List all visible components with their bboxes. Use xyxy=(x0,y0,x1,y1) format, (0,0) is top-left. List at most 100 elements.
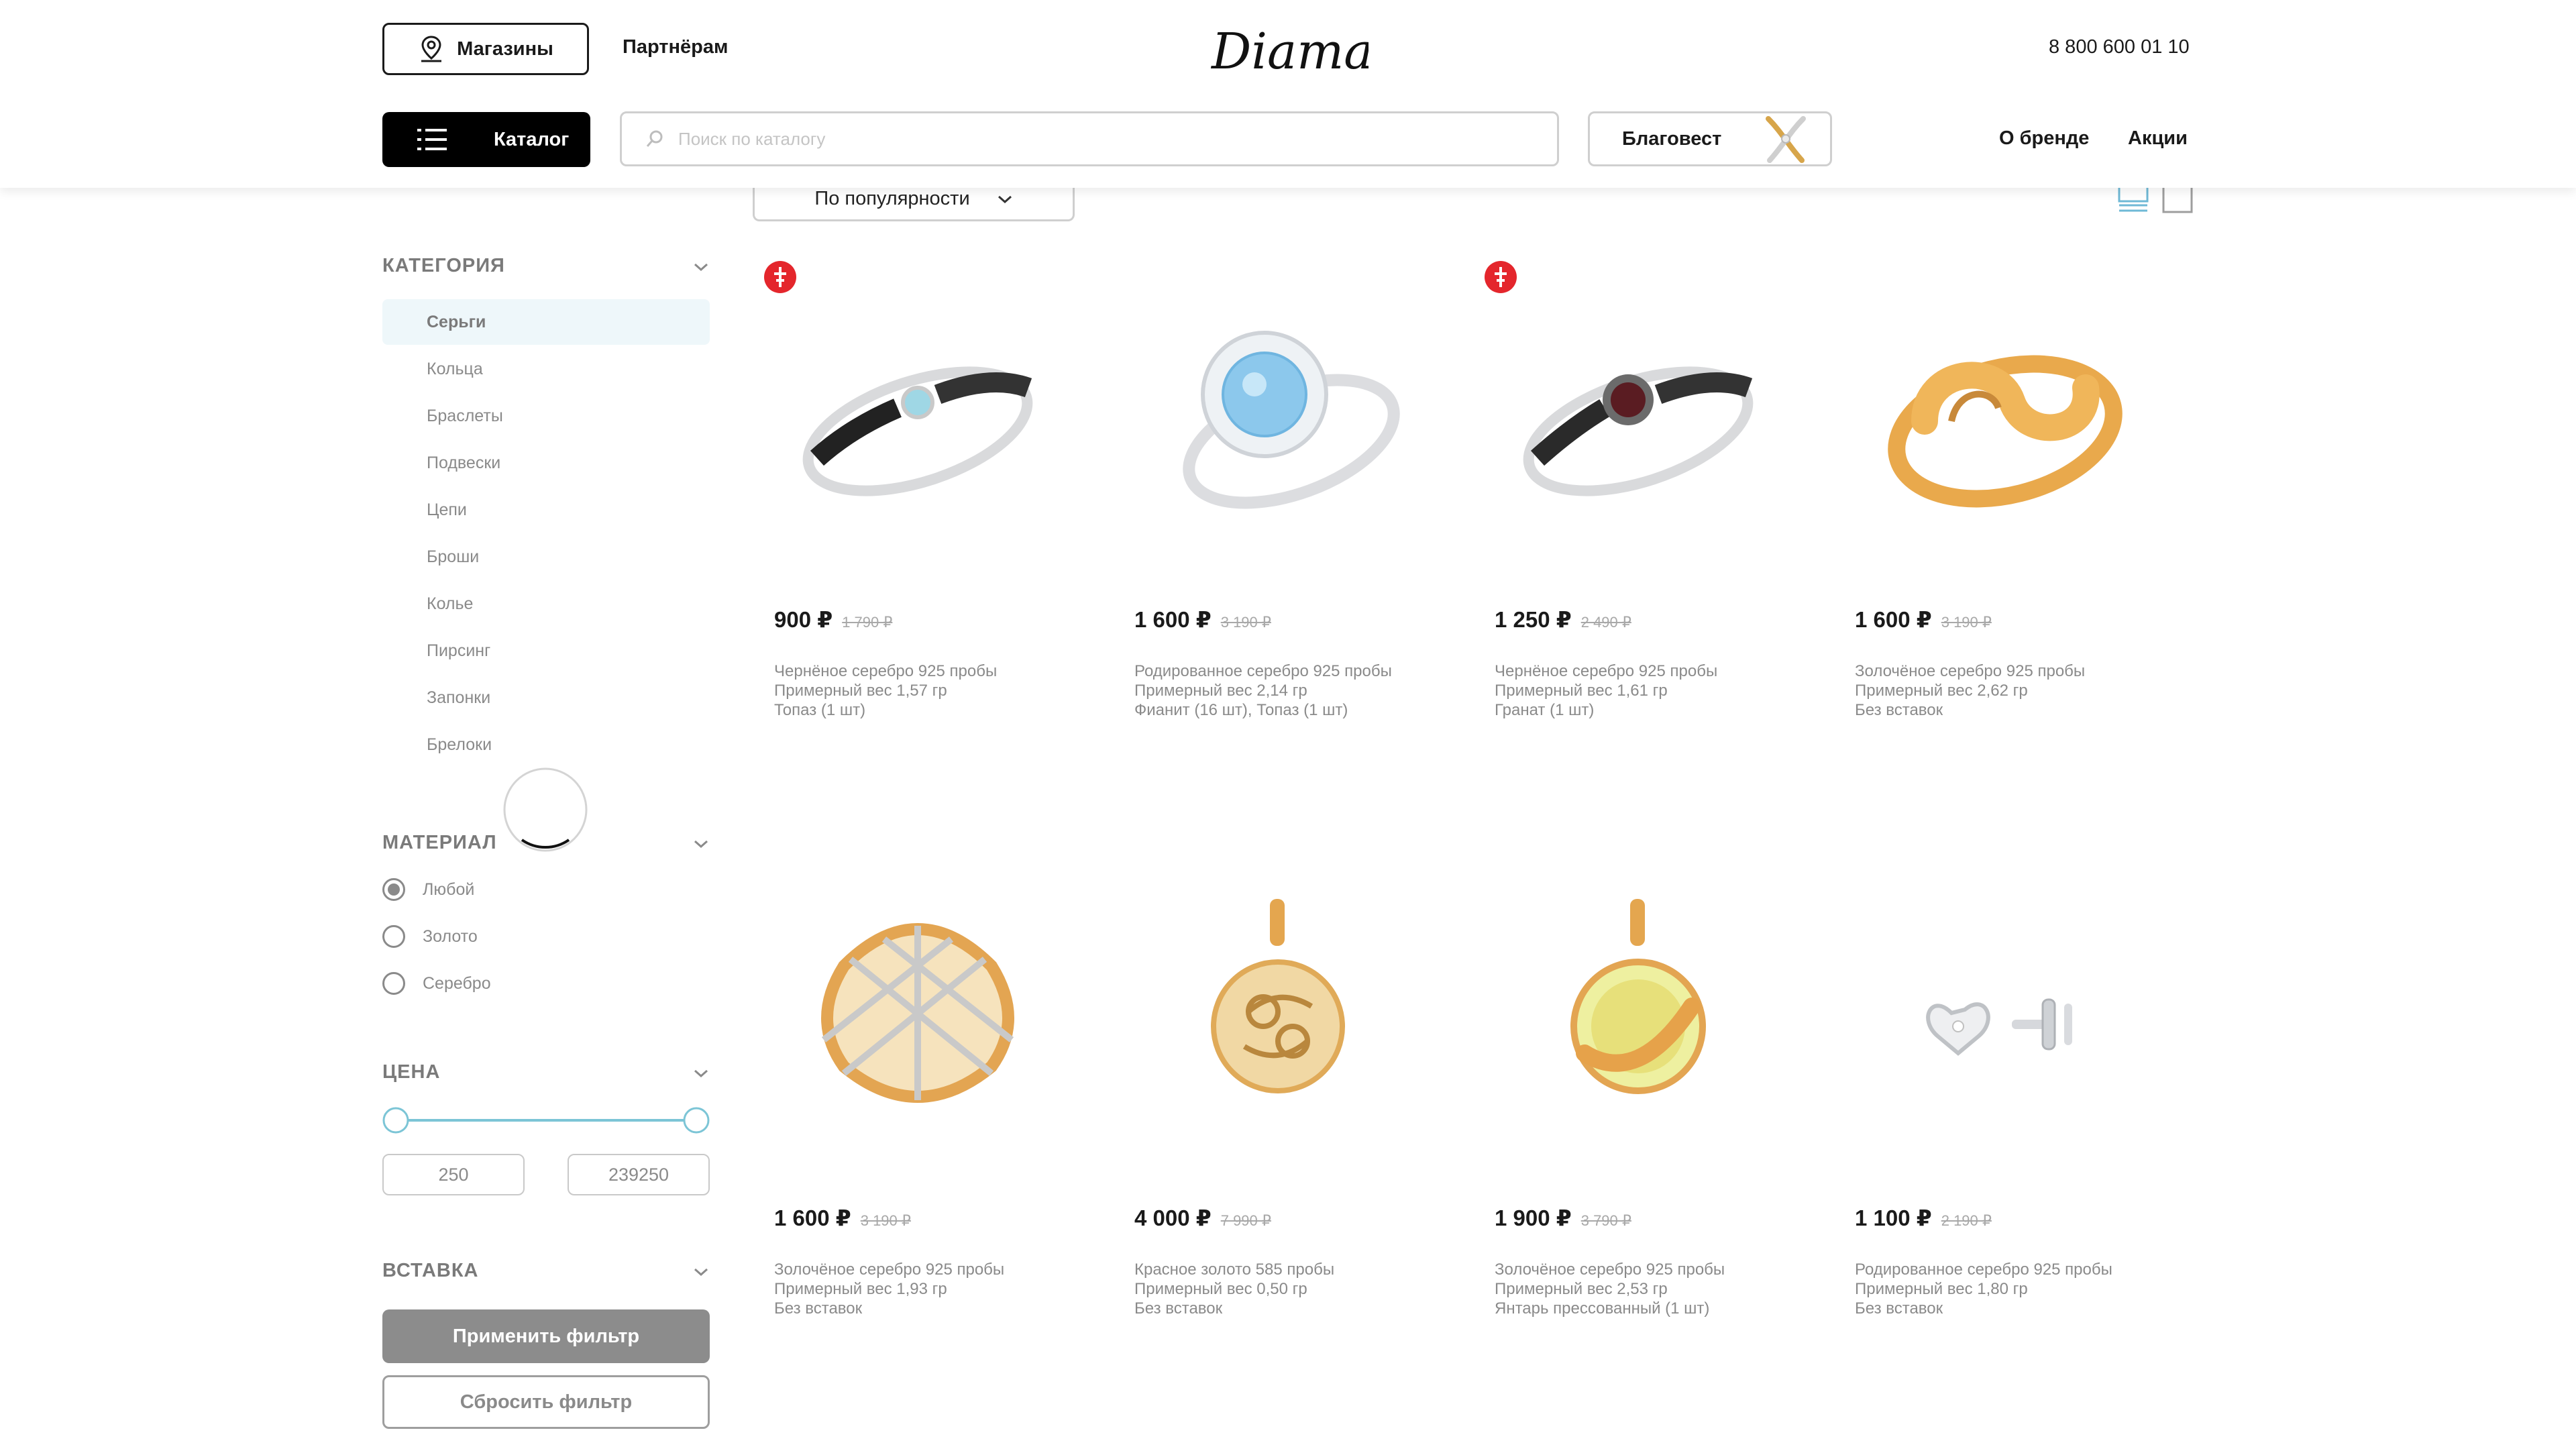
desc-inserts: Янтарь прессованный (1 шт) xyxy=(1495,1299,1710,1318)
pendant-amber-icon xyxy=(1570,899,1706,1094)
search-bar[interactable] xyxy=(620,111,1559,166)
material-section-title[interactable]: МАТЕРИАЛ xyxy=(382,832,497,854)
category-item-piercing[interactable]: Пирсинг xyxy=(382,628,710,674)
chevron-down-icon[interactable] xyxy=(692,1267,710,1277)
desc-weight: Примерный вес 0,50 гр xyxy=(1134,1280,1307,1298)
product-card[interactable]: 1 600 ₽ 3 190 ₽ Золочёное серебро 925 пр… xyxy=(750,859,1085,1368)
product-price: 1 250 ₽ 2 490 ₽ xyxy=(1495,606,1631,633)
category-section-title[interactable]: КАТЕГОРИЯ xyxy=(382,255,505,277)
current-price: 1 600 ₽ xyxy=(1134,607,1212,632)
product-card[interactable]: 1 600 ₽ 3 190 ₽ Родированное серебро 925… xyxy=(1110,260,1446,770)
old-price: 3 190 ₽ xyxy=(860,1212,911,1229)
about-brand-link[interactable]: О бренде xyxy=(1999,127,2089,150)
product-description: Золочёное серебро 925 пробы Примерный ве… xyxy=(1855,661,2085,720)
desc-material: Золочёное серебро 925 пробы xyxy=(774,1260,1005,1279)
slider-max-handle xyxy=(683,1107,710,1134)
stores-label: Магазины xyxy=(457,38,553,60)
desc-inserts: Без вставок xyxy=(774,1299,863,1318)
price-section-title[interactable]: ЦЕНА xyxy=(382,1061,440,1083)
desc-material: Золочёное серебро 925 пробы xyxy=(1495,1260,1725,1279)
desc-weight: Примерный вес 2,14 гр xyxy=(1134,682,1307,700)
loading-spinner-icon xyxy=(503,767,588,852)
chevron-down-icon[interactable] xyxy=(692,262,710,272)
old-price: 2 490 ₽ xyxy=(1580,614,1631,631)
partners-link[interactable]: Партнёрам xyxy=(623,36,728,58)
ring-silver-garnet-icon xyxy=(1523,366,1754,496)
category-item-cufflinks[interactable]: Запонки xyxy=(382,675,710,720)
product-card[interactable]: 900 ₽ 1 790 ₽ Чернёное серебро 925 пробы… xyxy=(750,260,1085,770)
catalog-button[interactable]: Каталог xyxy=(382,112,590,167)
desc-inserts: Гранат (1 шт) xyxy=(1495,701,1595,719)
product-card[interactable]: 1 250 ₽ 2 490 ₽ Чернёное серебро 925 про… xyxy=(1470,260,1806,770)
desc-weight: Примерный вес 1,61 гр xyxy=(1495,682,1668,700)
insert-section-title[interactable]: ВСТАВКА xyxy=(382,1260,478,1282)
product-description: Золочёное серебро 925 пробы Примерный ве… xyxy=(1495,1260,1725,1318)
desc-weight: Примерный вес 2,53 гр xyxy=(1495,1280,1668,1298)
category-item-chains[interactable]: Цепи xyxy=(382,487,710,533)
category-item-pendants[interactable]: Подвески xyxy=(382,440,710,486)
slider-min-handle xyxy=(382,1107,409,1134)
pendant-cancer-icon xyxy=(1211,899,1345,1093)
product-description: Чернёное серебро 925 пробы Примерный вес… xyxy=(774,661,997,720)
old-price: 1 790 ₽ xyxy=(842,614,893,631)
desc-inserts: Фианит (16 шт), Топаз (1 шт) xyxy=(1134,701,1348,719)
product-price: 900 ₽ 1 790 ₽ xyxy=(774,606,892,633)
desc-weight: Примерный вес 2,62 гр xyxy=(1855,682,2028,700)
category-item-keychains[interactable]: Брелоки xyxy=(382,722,710,767)
old-price: 3 190 ₽ xyxy=(1220,614,1271,631)
desc-material: Родированное серебро 925 пробы xyxy=(1855,1260,2112,1279)
current-price: 1 600 ₽ xyxy=(1855,607,1932,632)
blagovest-button[interactable]: Благовест xyxy=(1588,111,1832,166)
current-price: 4 000 ₽ xyxy=(1134,1205,1212,1230)
category-item-necklaces[interactable]: Колье xyxy=(382,581,710,627)
price-max-input[interactable]: 239250 xyxy=(568,1154,710,1195)
product-price: 1 600 ₽ 3 190 ₽ xyxy=(774,1205,911,1231)
product-price: 1 100 ₽ 2 190 ₽ xyxy=(1855,1205,1992,1231)
product-card[interactable]: 1 100 ₽ 2 190 ₽ Родированное серебро 925… xyxy=(1831,859,2166,1368)
radio-selected[interactable] xyxy=(382,878,405,901)
chevron-down-icon[interactable] xyxy=(692,839,710,849)
product-price: 1 900 ₽ 3 790 ₽ xyxy=(1495,1205,1631,1231)
current-price: 1 900 ₽ xyxy=(1495,1205,1572,1230)
desc-weight: Примерный вес 1,93 гр xyxy=(774,1280,947,1298)
blagovest-label: Благовест xyxy=(1622,127,1722,150)
radio-unselected[interactable] xyxy=(382,925,405,948)
search-input[interactable] xyxy=(677,127,1485,150)
material-option-gold[interactable]: Золото xyxy=(382,925,478,948)
desc-material: Чернёное серебро 925 пробы xyxy=(1495,662,1718,680)
material-label-silver: Серебро xyxy=(423,973,491,993)
brand-logo[interactable]: Diamant xyxy=(1208,15,1426,82)
search-icon xyxy=(646,130,663,147)
product-description: Родированное серебро 925 пробы Примерный… xyxy=(1855,1260,2112,1318)
product-card[interactable]: 1 900 ₽ 3 790 ₽ Золочёное серебро 925 пр… xyxy=(1470,859,1806,1368)
desc-weight: Примерный вес 1,57 гр xyxy=(774,682,947,700)
desc-inserts: Топаз (1 шт) xyxy=(774,701,866,719)
category-item-earrings[interactable]: Серьги xyxy=(382,299,710,345)
price-range-slider[interactable] xyxy=(380,1104,715,1136)
product-card[interactable]: 1 600 ₽ 3 190 ₽ Золочёное серебро 925 пр… xyxy=(1831,260,2166,770)
radio-unselected[interactable] xyxy=(382,972,405,995)
category-item-brooches[interactable]: Броши xyxy=(382,534,710,580)
ring-silver-engraved-icon xyxy=(802,366,1033,496)
apply-filter-button[interactable]: Применить фильтр xyxy=(382,1309,710,1363)
price-min-input[interactable]: 250 xyxy=(382,1154,525,1195)
chevron-down-icon xyxy=(998,195,1012,203)
phone-number[interactable]: 8 800 600 01 10 xyxy=(2049,36,2190,58)
location-pin-icon xyxy=(421,36,442,62)
promotions-link[interactable]: Акции xyxy=(2128,127,2188,150)
category-item-rings[interactable]: Кольца xyxy=(382,346,710,392)
chevron-down-icon[interactable] xyxy=(692,1068,710,1079)
category-item-bracelets[interactable]: Браслеты xyxy=(382,393,710,439)
desc-material: Золочёное серебро 925 пробы xyxy=(1855,662,2086,680)
material-option-silver[interactable]: Серебро xyxy=(382,972,491,995)
earrings-heart-icon xyxy=(1926,998,2072,1056)
sort-selected-label: По популярности xyxy=(814,188,970,209)
current-price: 1 100 ₽ xyxy=(1855,1205,1932,1230)
stores-button[interactable]: Магазины xyxy=(382,23,589,75)
material-option-any[interactable]: Любой xyxy=(382,878,474,901)
product-description: Красное золото 585 пробы Примерный вес 0… xyxy=(1134,1260,1334,1318)
reset-filter-button[interactable]: Сбросить фильтр xyxy=(382,1375,710,1429)
product-card[interactable]: 4 000 ₽ 7 990 ₽ Красное золото 585 пробы… xyxy=(1110,859,1446,1368)
blagovest-cross-icon xyxy=(1766,116,1807,163)
desc-material: Чернёное серебро 925 пробы xyxy=(774,662,998,680)
